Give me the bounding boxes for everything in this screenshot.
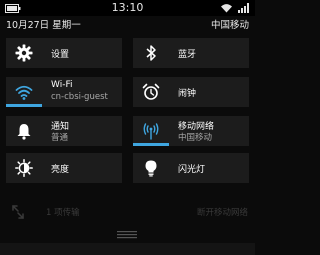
tile-mobile-network-active-indicator xyxy=(133,143,169,146)
disconnect-network-label: 断开移动网络 xyxy=(196,208,248,218)
tile-mobile-network-carrier: 中国移动 xyxy=(178,133,213,143)
carrier-label: 中国移动 xyxy=(210,20,249,31)
drag-handle-icon[interactable] xyxy=(117,231,137,239)
tile-brightness-label: 亮度 xyxy=(51,165,70,175)
tile-wifi[interactable]: Wi-Fi cn-cbsi-guest xyxy=(6,77,122,107)
tile-settings[interactable]: 设置 xyxy=(6,38,122,68)
tile-flashlight-label: 闪光灯 xyxy=(178,165,206,175)
transfer-row: 1 项传输 断开移动网络 xyxy=(10,204,248,220)
tile-wifi-label: Wi-Fi xyxy=(51,80,73,90)
gear-icon xyxy=(15,44,33,62)
bottom-bar xyxy=(0,243,255,255)
tile-wifi-network: cn-cbsi-guest xyxy=(51,92,108,102)
status-time: 13:10 xyxy=(111,1,144,14)
alarm-clock-icon xyxy=(142,83,160,100)
signal-strength-icon xyxy=(238,3,249,13)
tile-brightness[interactable]: 亮度 xyxy=(6,153,122,183)
bell-icon xyxy=(17,124,31,140)
tile-settings-label: 设置 xyxy=(51,50,70,60)
tile-bluetooth-label: 蓝牙 xyxy=(178,50,197,60)
brightness-icon xyxy=(15,159,33,177)
tile-notifications[interactable]: 通知 普通 xyxy=(6,116,122,146)
tile-wifi-active-indicator xyxy=(6,104,42,107)
tile-alarm-label: 闹钟 xyxy=(178,89,197,99)
transfer-count-label: 1 项传输 xyxy=(46,208,80,218)
info-row: 10月27日 星期一 中国移动 xyxy=(0,16,255,32)
tile-bluetooth[interactable]: 蓝牙 xyxy=(133,38,249,68)
tile-notifications-mode: 普通 xyxy=(51,133,69,143)
tile-flashlight[interactable]: 闪光灯 xyxy=(133,153,249,183)
antenna-icon xyxy=(143,123,159,140)
bluetooth-icon xyxy=(146,45,156,61)
status-bar: 13:10 xyxy=(0,0,255,16)
tile-mobile-network[interactable]: 移动网络 中国移动 xyxy=(133,116,249,146)
date-label: 10月27日 星期一 xyxy=(6,20,81,31)
wifi-status-icon xyxy=(221,4,232,13)
tile-alarm[interactable]: 闹钟 xyxy=(133,77,249,107)
wifi-icon xyxy=(15,85,33,100)
lightbulb-icon xyxy=(145,160,157,177)
transfer-icon xyxy=(12,205,24,219)
